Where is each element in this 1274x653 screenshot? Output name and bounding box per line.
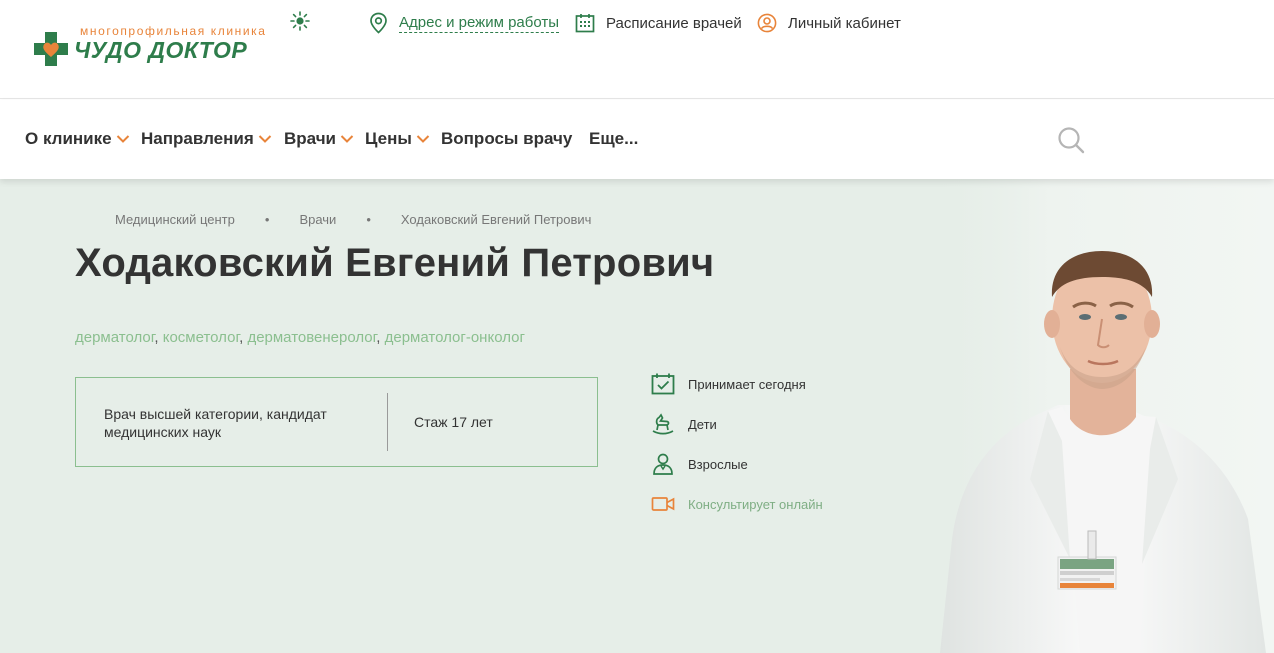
schedule-link-label: Расписание врачей — [606, 14, 742, 32]
chevron-down-icon — [116, 135, 129, 143]
feature-label: Взрослые — [688, 456, 748, 472]
clinic-logo[interactable]: многопрофильная клиника ЧУДО ДОКТОР — [34, 24, 284, 72]
doctor-category: Врач высшей категории, кандидат медицинс… — [104, 406, 327, 440]
breadcrumb-item-doctors[interactable]: Врачи — [299, 212, 336, 227]
doctor-photo — [930, 179, 1274, 653]
breadcrumb: Медицинский центр • Врачи • Ходаковский … — [115, 212, 591, 227]
specialty-link[interactable]: дерматовенеролог — [247, 329, 376, 346]
feature-label: Принимает сегодня — [688, 376, 806, 392]
doctor-info-box: Врач высшей категории, кандидат медицинс… — [75, 377, 598, 467]
map-pin-icon — [370, 12, 387, 34]
divider — [387, 393, 388, 451]
feature-label: Дети — [688, 416, 717, 432]
chevron-down-icon — [258, 135, 271, 143]
feature-online-consultation[interactable]: Консультирует онлайн — [651, 493, 823, 515]
nav-item-doctors[interactable]: Врачи — [284, 129, 354, 149]
main-nav: О клинике Направления Врачи Цены Вопросы… — [0, 100, 1274, 179]
nav-item-label: Врачи — [284, 129, 337, 148]
nav-item-prices[interactable]: Цены — [365, 129, 430, 149]
specialties-list: дерматолог, косметолог, дерматовенеролог… — [75, 329, 525, 346]
account-link-label: Личный кабинет — [788, 14, 901, 32]
calendar-check-icon — [651, 373, 675, 395]
specialty-link[interactable]: косметолог — [163, 329, 239, 346]
nav-item-more[interactable]: Еще... — [589, 129, 638, 149]
nav-item-label: О клинике — [25, 129, 112, 148]
schedule-link[interactable]: Расписание врачей — [575, 12, 742, 34]
accessibility-icon[interactable] — [290, 11, 310, 31]
nav-item-about[interactable]: О клинике — [25, 129, 130, 149]
list-separator: , — [376, 329, 385, 346]
list-separator: , — [154, 329, 163, 346]
user-circle-icon — [757, 13, 777, 33]
chevron-down-icon — [416, 135, 430, 143]
logo-tagline: многопрофильная клиника — [80, 24, 267, 38]
video-camera-icon — [651, 497, 675, 511]
nav-item-questions[interactable]: Вопросы врачу — [441, 129, 572, 149]
breadcrumb-item-home[interactable]: Медицинский центр — [115, 212, 235, 227]
address-link-label: Адрес и режим работы — [399, 13, 560, 33]
breadcrumb-separator: • — [264, 212, 270, 227]
account-link[interactable]: Личный кабинет — [757, 12, 901, 34]
doctor-experience: Стаж 17 лет — [414, 414, 493, 430]
feature-accepts-today: Принимает сегодня — [651, 373, 806, 395]
chevron-down-icon — [340, 135, 354, 143]
nav-item-label: Еще... — [589, 129, 639, 148]
logo-cross-icon — [34, 32, 68, 66]
breadcrumb-item-current: Ходаковский Евгений Петрович — [400, 212, 592, 227]
feature-label: Консультирует онлайн — [688, 496, 823, 512]
address-link[interactable]: Адрес и режим работы — [369, 12, 560, 34]
nav-item-label: Направления — [141, 129, 254, 148]
nav-item-directions[interactable]: Направления — [141, 129, 272, 149]
nav-item-label: Цены — [365, 129, 412, 148]
specialty-link[interactable]: дерматолог — [75, 329, 154, 346]
adult-person-icon — [653, 453, 673, 475]
logo-brand: ЧУДО ДОКТОР — [74, 37, 248, 63]
calendar-icon — [575, 14, 595, 33]
top-bar: многопрофильная клиника ЧУДО ДОКТОР Адре… — [0, 0, 1274, 99]
specialty-link[interactable]: дерматолог-онколог — [385, 329, 525, 346]
nav-item-label: Вопросы врачу — [441, 129, 573, 148]
feature-adults: Взрослые — [651, 453, 748, 475]
feature-children: Дети — [651, 413, 717, 435]
doctor-hero: Медицинский центр • Врачи • Ходаковский … — [0, 179, 1274, 653]
breadcrumb-separator: • — [366, 212, 371, 227]
page-title: Ходаковский Евгений Петрович — [75, 241, 715, 285]
rocking-horse-icon — [652, 413, 674, 435]
search-icon[interactable] — [1057, 126, 1085, 154]
